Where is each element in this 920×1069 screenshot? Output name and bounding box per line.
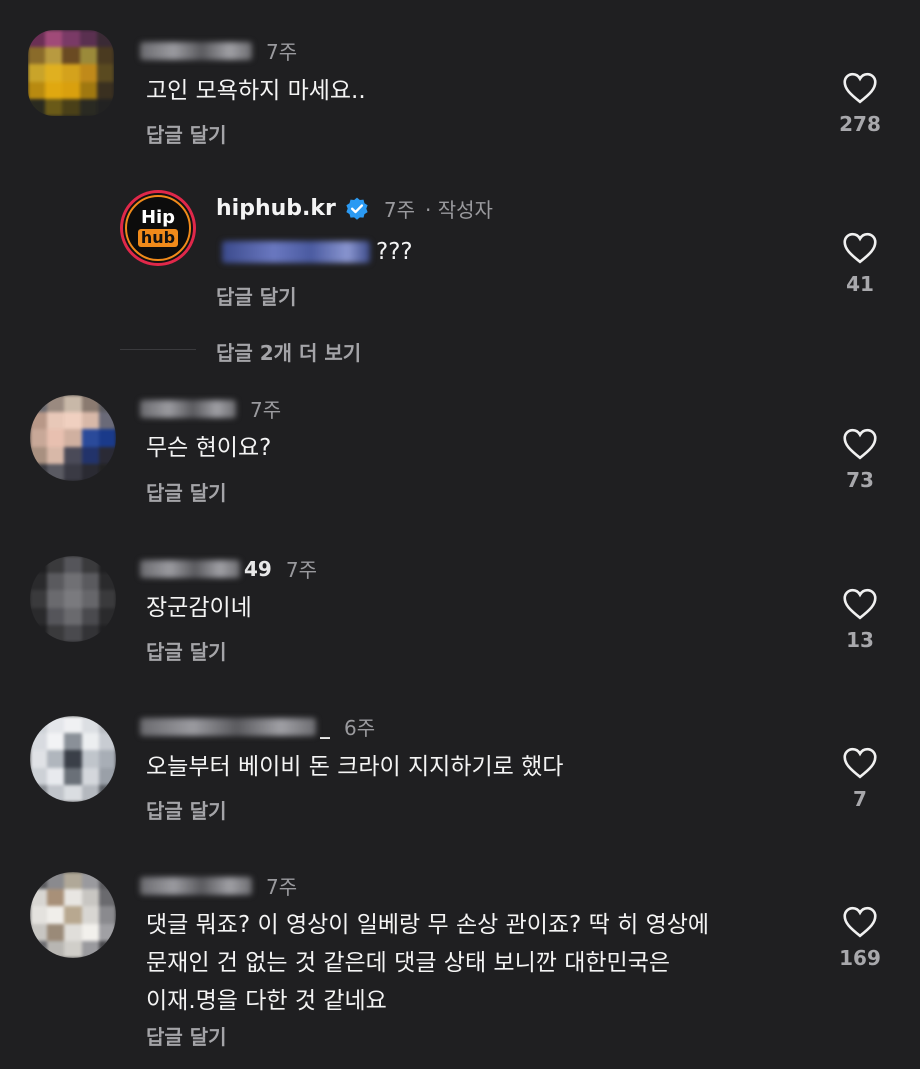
like-count: 169 — [839, 946, 881, 970]
comment-text-line: 문재인 건 없는 것 같은데 댓글 상태 보니깐 대한민국은 — [146, 950, 671, 976]
like-count: 7 — [853, 787, 867, 811]
comment-text: 장군감이네 — [146, 595, 252, 621]
heart-outline-icon — [843, 906, 877, 938]
author-avatar[interactable]: Hip hub — [120, 190, 196, 266]
reply-button[interactable]: 답글 달기 — [216, 281, 297, 310]
heart-outline-icon — [843, 232, 877, 264]
like-button[interactable]: 7 — [830, 747, 890, 811]
like-count: 13 — [846, 628, 874, 652]
heart-outline-icon — [843, 747, 877, 779]
comment-time: 6주 — [344, 716, 376, 740]
author-tag: · 작성자 — [425, 198, 493, 222]
comment-time: 7주 — [383, 198, 415, 222]
comment-meta: 49 7주 — [140, 554, 317, 583]
like-count: 73 — [846, 468, 874, 492]
comment-text: 무슨 현이요? — [146, 435, 272, 461]
username-blurred[interactable] — [140, 41, 252, 60]
divider — [120, 349, 196, 350]
comment-meta: 7주 — [140, 394, 281, 423]
comment-meta: 7주 — [140, 871, 297, 900]
avatar[interactable] — [30, 716, 116, 802]
mention-blurred[interactable] — [222, 241, 370, 263]
comment-text: 댓글 뭐죠? 이 영상이 일베랑 무 손상 관이죠? 딱 히 영상에 문재인 건… — [146, 906, 786, 1020]
username-suffix[interactable]: _ — [320, 715, 330, 739]
comment-time: 7주 — [250, 398, 282, 422]
like-count: 278 — [839, 112, 881, 136]
reply-button[interactable]: 답글 달기 — [146, 119, 227, 148]
like-button[interactable]: 41 — [830, 232, 890, 296]
comment-meta: hiphub.kr 7주 · 작성자 — [216, 194, 493, 223]
hiphub-logo: Hip hub — [125, 195, 191, 261]
username-blurred[interactable] — [140, 559, 240, 578]
heart-outline-icon — [843, 588, 877, 620]
heart-outline-icon — [843, 428, 877, 460]
comment-text-line: 이재.명을 다한 것 같네요 — [146, 988, 387, 1014]
avatar[interactable] — [30, 872, 116, 958]
comment-text: 오늘부터 베이비 돈 크라이 지지하기로 했다 — [146, 754, 564, 780]
comment-text: ??? — [376, 239, 413, 265]
like-button[interactable]: 73 — [830, 428, 890, 492]
comment-meta: 7주 — [140, 36, 297, 65]
comment-meta: _ 6주 — [140, 712, 375, 741]
avatar[interactable] — [30, 395, 116, 481]
avatar[interactable] — [28, 30, 114, 116]
reply-button[interactable]: 답글 달기 — [146, 795, 227, 824]
avatar[interactable] — [30, 556, 116, 642]
reply-button[interactable]: 답글 달기 — [146, 477, 227, 506]
author-username[interactable]: hiphub.kr — [216, 196, 336, 221]
like-count: 41 — [846, 272, 874, 296]
username-blurred[interactable] — [140, 717, 316, 736]
reply-button[interactable]: 답글 달기 — [146, 636, 227, 665]
like-button[interactable]: 169 — [830, 906, 890, 970]
comment-text: 고인 모욕하지 마세요.. — [146, 78, 366, 104]
username-suffix[interactable]: 49 — [244, 557, 272, 581]
view-more-replies-button[interactable]: 답글 2개 더 보기 — [216, 337, 361, 366]
verified-badge-icon — [346, 197, 368, 220]
comment-text-line: 댓글 뭐죠? 이 영상이 일베랑 무 손상 관이죠? 딱 히 영상에 — [146, 912, 710, 938]
username-blurred[interactable] — [140, 876, 252, 895]
heart-outline-icon — [843, 72, 877, 104]
comment-time: 7주 — [266, 875, 298, 899]
logo-text-top: Hip — [140, 207, 176, 228]
logo-text-bottom: hub — [137, 229, 179, 247]
username-blurred[interactable] — [140, 399, 236, 418]
like-button[interactable]: 278 — [830, 72, 890, 136]
comment-time: 7주 — [285, 558, 317, 582]
comment-time: 7주 — [266, 40, 298, 64]
like-button[interactable]: 13 — [830, 588, 890, 652]
reply-button[interactable]: 답글 달기 — [146, 1021, 227, 1050]
